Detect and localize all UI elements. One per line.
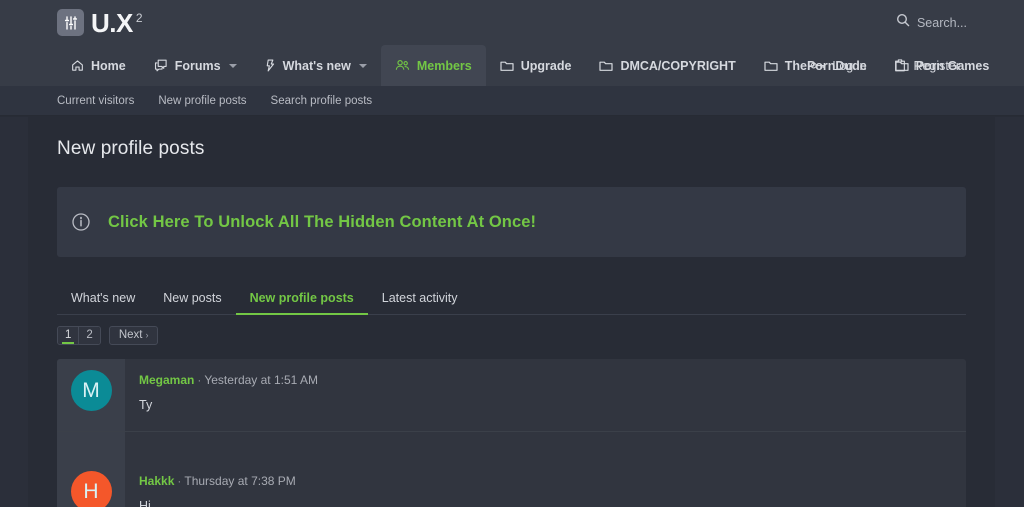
subnav-item-current-visitors[interactable]: Current visitors: [57, 95, 134, 107]
nav-item-label: What's new: [282, 58, 351, 73]
content-tabs: What's new New posts New profile posts L…: [57, 283, 966, 315]
logo-superscript: 2: [135, 10, 143, 25]
page-root: U.X 2 Search... Home Forums What's new M…: [0, 0, 1024, 507]
profile-post: M Megaman · Yesterday at 1:51 AM Ty: [57, 359, 966, 432]
profile-post-list: M Megaman · Yesterday at 1:51 AM Ty H Ha…: [57, 359, 966, 507]
notice-text: Click Here To Unlock All The Hidden Cont…: [108, 212, 537, 231]
sliders-icon: [57, 9, 84, 36]
tab-latest-activity[interactable]: Latest activity: [368, 291, 472, 314]
login-button[interactable]: Log in: [796, 45, 880, 86]
post-timestamp[interactable]: Yesterday at 1:51 AM: [204, 373, 318, 387]
clipboard-icon: [894, 59, 906, 72]
logo-text: U.X 2: [91, 7, 143, 38]
register-button[interactable]: Register: [880, 45, 974, 86]
info-circle-icon: [71, 212, 91, 232]
login-label: Log in: [832, 58, 867, 73]
post-avatar-column: M: [57, 359, 125, 431]
post-meta: Megaman · Yesterday at 1:51 AM: [139, 373, 966, 387]
post-meta: Hakkk · Thursday at 7:38 PM: [139, 474, 966, 488]
folder-icon: [764, 60, 778, 72]
unlock-content-notice[interactable]: Click Here To Unlock All The Hidden Cont…: [57, 187, 966, 257]
logo-wordmark: U.X: [91, 7, 133, 38]
pagination-page-2[interactable]: 2: [78, 327, 100, 344]
nav-right-group: Log in Register: [796, 45, 974, 86]
nav-item-label: Forums: [174, 58, 221, 73]
main-navigation: Home Forums What's new Members Upgrade D…: [0, 45, 1024, 86]
nav-item-label: Home: [91, 58, 126, 73]
page-title: New profile posts: [57, 138, 205, 159]
nav-item-forums[interactable]: Forums: [140, 45, 251, 86]
post-body: Megaman · Yesterday at 1:51 AM Ty: [125, 359, 966, 431]
post-author-link[interactable]: Hakkk: [139, 474, 174, 488]
post-message: Ty: [139, 398, 153, 412]
subnav-item-search-profile-posts[interactable]: Search profile posts: [271, 95, 373, 107]
nav-item-label: Members: [416, 58, 472, 73]
post-footer-actions: [125, 432, 966, 460]
folder-icon: [500, 60, 514, 72]
left-gutter: [0, 117, 28, 507]
nav-item-members[interactable]: Members: [380, 45, 486, 86]
key-icon: [810, 60, 825, 71]
nav-item-dmca-copyright[interactable]: DMCA/COPYRIGHT: [585, 45, 749, 86]
post-separator: ·: [177, 474, 182, 488]
pagination-next-label: Next: [118, 329, 143, 341]
chevron-right-icon: ›: [145, 330, 149, 340]
folder-icon: [599, 60, 614, 72]
nav-item-home[interactable]: Home: [57, 45, 140, 86]
pagination-next-button[interactable]: Next ›: [108, 326, 159, 345]
search-label: Search...: [916, 15, 967, 30]
avatar[interactable]: H: [70, 471, 112, 507]
chevron-down-icon[interactable]: [228, 63, 237, 68]
whats-new-icon: [265, 59, 276, 72]
chevron-down-icon[interactable]: [358, 63, 367, 68]
avatar[interactable]: M: [70, 370, 112, 411]
search-button[interactable]: Search...: [896, 13, 967, 32]
post-timestamp[interactable]: Thursday at 7:38 PM: [184, 474, 295, 488]
post-avatar-column: H: [57, 460, 125, 507]
nav-item-upgrade[interactable]: Upgrade: [486, 45, 586, 86]
sub-navigation: Current visitors New profile posts Searc…: [0, 86, 1024, 116]
search-icon: [896, 13, 910, 32]
post-body: Hakkk · Thursday at 7:38 PM Hi: [125, 460, 966, 507]
pagination: 1 2 Next ›: [57, 326, 966, 345]
nav-item-whats-new[interactable]: What's new: [251, 45, 381, 86]
pagination-page-1[interactable]: 1: [58, 327, 79, 344]
post-footer-avatar-column: [57, 432, 125, 460]
subnav-item-new-profile-posts[interactable]: New profile posts: [158, 95, 246, 107]
profile-post: H Hakkk · Thursday at 7:38 PM Hi: [57, 460, 966, 507]
pagination-pages: 1 2: [57, 326, 101, 345]
top-header-bar: U.X 2 Search...: [0, 0, 1024, 45]
main-content: New profile posts Click Here To Unlock A…: [28, 117, 995, 507]
right-gutter: [995, 117, 1024, 507]
tab-whats-new[interactable]: What's new: [57, 291, 149, 314]
tab-new-profile-posts[interactable]: New profile posts: [235, 291, 368, 315]
post-separator: ·: [197, 373, 202, 387]
nav-item-label: DMCA/COPYRIGHT: [620, 58, 736, 73]
register-label: Register: [913, 58, 960, 73]
post-message: Hi: [139, 499, 151, 507]
home-icon: [71, 59, 84, 72]
nav-item-label: Upgrade: [520, 58, 572, 73]
members-icon: [395, 59, 410, 72]
tab-new-posts[interactable]: New posts: [149, 291, 235, 314]
post-author-link[interactable]: Megaman: [139, 373, 194, 387]
post-footer: [57, 432, 966, 460]
forums-icon: [154, 59, 168, 72]
site-logo[interactable]: U.X 2: [57, 7, 143, 38]
